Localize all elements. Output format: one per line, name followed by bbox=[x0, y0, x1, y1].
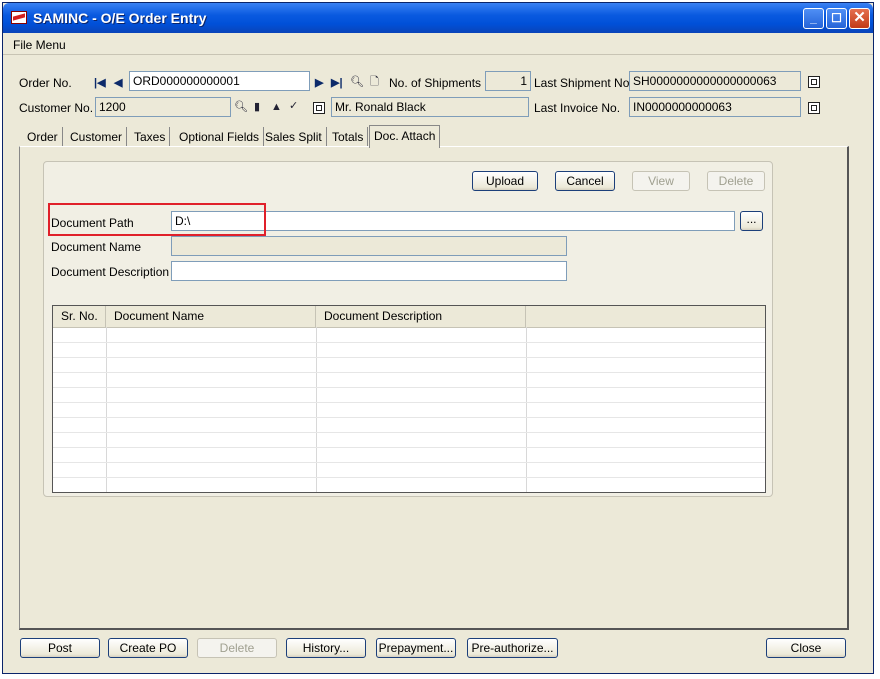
documents-table[interactable]: Sr. No. Document Name Document Descripti… bbox=[52, 305, 766, 493]
up-icon[interactable]: ▲ bbox=[271, 101, 282, 113]
column-document-name[interactable]: Document Name bbox=[106, 306, 316, 327]
minimize-button[interactable]: _ bbox=[803, 8, 824, 29]
column-sr-no[interactable]: Sr. No. bbox=[53, 306, 106, 327]
preauthorize-button[interactable]: Pre-authorize... bbox=[467, 638, 558, 658]
shipments-count: 1 bbox=[485, 71, 531, 91]
history-button[interactable]: History... bbox=[286, 638, 366, 658]
previous-record-icon[interactable]: ◀ bbox=[114, 77, 122, 89]
menu-bar: File Menu bbox=[3, 34, 873, 55]
close-window-button[interactable]: ✕ bbox=[849, 8, 870, 29]
view-button[interactable]: View bbox=[632, 171, 690, 191]
table-row[interactable] bbox=[53, 342, 765, 343]
customer-no-label: Customer No. bbox=[19, 101, 94, 115]
order-no-label: Order No. bbox=[19, 76, 72, 90]
table-row[interactable] bbox=[53, 477, 765, 478]
post-button[interactable]: Post bbox=[20, 638, 100, 658]
tab-taxes[interactable]: Taxes bbox=[130, 127, 171, 148]
table-row[interactable] bbox=[53, 357, 765, 358]
prepayment-button[interactable]: Prepayment... bbox=[376, 638, 456, 658]
app-icon bbox=[11, 11, 27, 24]
document-name-label: Document Name bbox=[51, 240, 142, 254]
tab-doc-attach[interactable]: Doc. Attach bbox=[369, 125, 441, 148]
table-row[interactable] bbox=[53, 447, 765, 448]
document-description-input[interactable] bbox=[171, 261, 567, 281]
table-header: Sr. No. Document Name Document Descripti… bbox=[53, 306, 765, 328]
notes-icon[interactable]: ▮ bbox=[254, 101, 260, 113]
delete-doc-button[interactable]: Delete bbox=[707, 171, 765, 191]
browse-button[interactable]: ... bbox=[740, 211, 763, 231]
cancel-button[interactable]: Cancel bbox=[555, 171, 615, 191]
last-shipment-label: Last Shipment No. bbox=[534, 76, 633, 90]
document-path-highlight bbox=[48, 203, 266, 236]
drilldown-icon[interactable] bbox=[808, 76, 820, 88]
column-document-description[interactable]: Document Description bbox=[316, 306, 526, 327]
delete-button[interactable]: Delete bbox=[197, 638, 277, 658]
column-divider bbox=[106, 327, 107, 492]
maximize-button[interactable]: ☐ bbox=[826, 8, 847, 29]
tab-customer[interactable]: Customer bbox=[66, 127, 128, 148]
column-divider bbox=[316, 327, 317, 492]
close-button[interactable]: Close bbox=[766, 638, 846, 658]
last-invoice-label: Last Invoice No. bbox=[534, 101, 621, 115]
title-bar[interactable]: SAMINC - O/E Order Entry _ ☐ ✕ bbox=[3, 3, 873, 33]
table-row[interactable] bbox=[53, 462, 765, 463]
column-blank bbox=[526, 306, 765, 327]
new-document-icon[interactable]: 🗋 bbox=[370, 76, 379, 88]
file-menu[interactable]: File Menu bbox=[13, 38, 66, 52]
first-record-icon[interactable]: |◀ bbox=[94, 77, 106, 89]
document-description-label: Document Description bbox=[51, 265, 170, 279]
tab-sales-split[interactable]: Sales Split bbox=[261, 127, 327, 148]
last-shipment-field: SH0000000000000000063 bbox=[629, 71, 801, 91]
last-record-icon[interactable]: ▶| bbox=[331, 77, 343, 89]
tab-order[interactable]: Order bbox=[23, 127, 63, 148]
check-icon[interactable]: ✓ bbox=[289, 100, 298, 112]
tab-totals[interactable]: Totals bbox=[328, 127, 369, 148]
column-divider bbox=[526, 327, 527, 492]
table-row[interactable] bbox=[53, 417, 765, 418]
last-invoice-field: IN0000000000063 bbox=[629, 97, 801, 117]
upload-button[interactable]: Upload bbox=[472, 171, 538, 191]
shipments-label: No. of Shipments bbox=[389, 76, 482, 90]
table-row[interactable] bbox=[53, 432, 765, 433]
customer-no-field: 1200 bbox=[95, 97, 231, 117]
document-name-input[interactable] bbox=[171, 236, 567, 256]
customer-name-field: Mr. Ronald Black bbox=[331, 97, 529, 117]
window-title: SAMINC - O/E Order Entry bbox=[33, 10, 207, 26]
table-row[interactable] bbox=[53, 372, 765, 373]
zoom-icon[interactable]: 🔍︎ bbox=[234, 101, 248, 113]
next-record-icon[interactable]: ▶ bbox=[315, 77, 323, 89]
order-entry-window: SAMINC - O/E Order Entry _ ☐ ✕ File Menu… bbox=[2, 2, 874, 674]
create-po-button[interactable]: Create PO bbox=[108, 638, 188, 658]
order-no-input[interactable]: ORD000000000001 bbox=[129, 71, 310, 91]
customer-drilldown-icon[interactable] bbox=[313, 102, 325, 114]
invoice-drilldown-icon[interactable] bbox=[808, 102, 820, 114]
tab-optional-fields[interactable]: Optional Fields bbox=[175, 127, 265, 148]
finder-icon[interactable]: 🔍︎ bbox=[350, 76, 364, 88]
table-row[interactable] bbox=[53, 387, 765, 388]
table-row[interactable] bbox=[53, 402, 765, 403]
